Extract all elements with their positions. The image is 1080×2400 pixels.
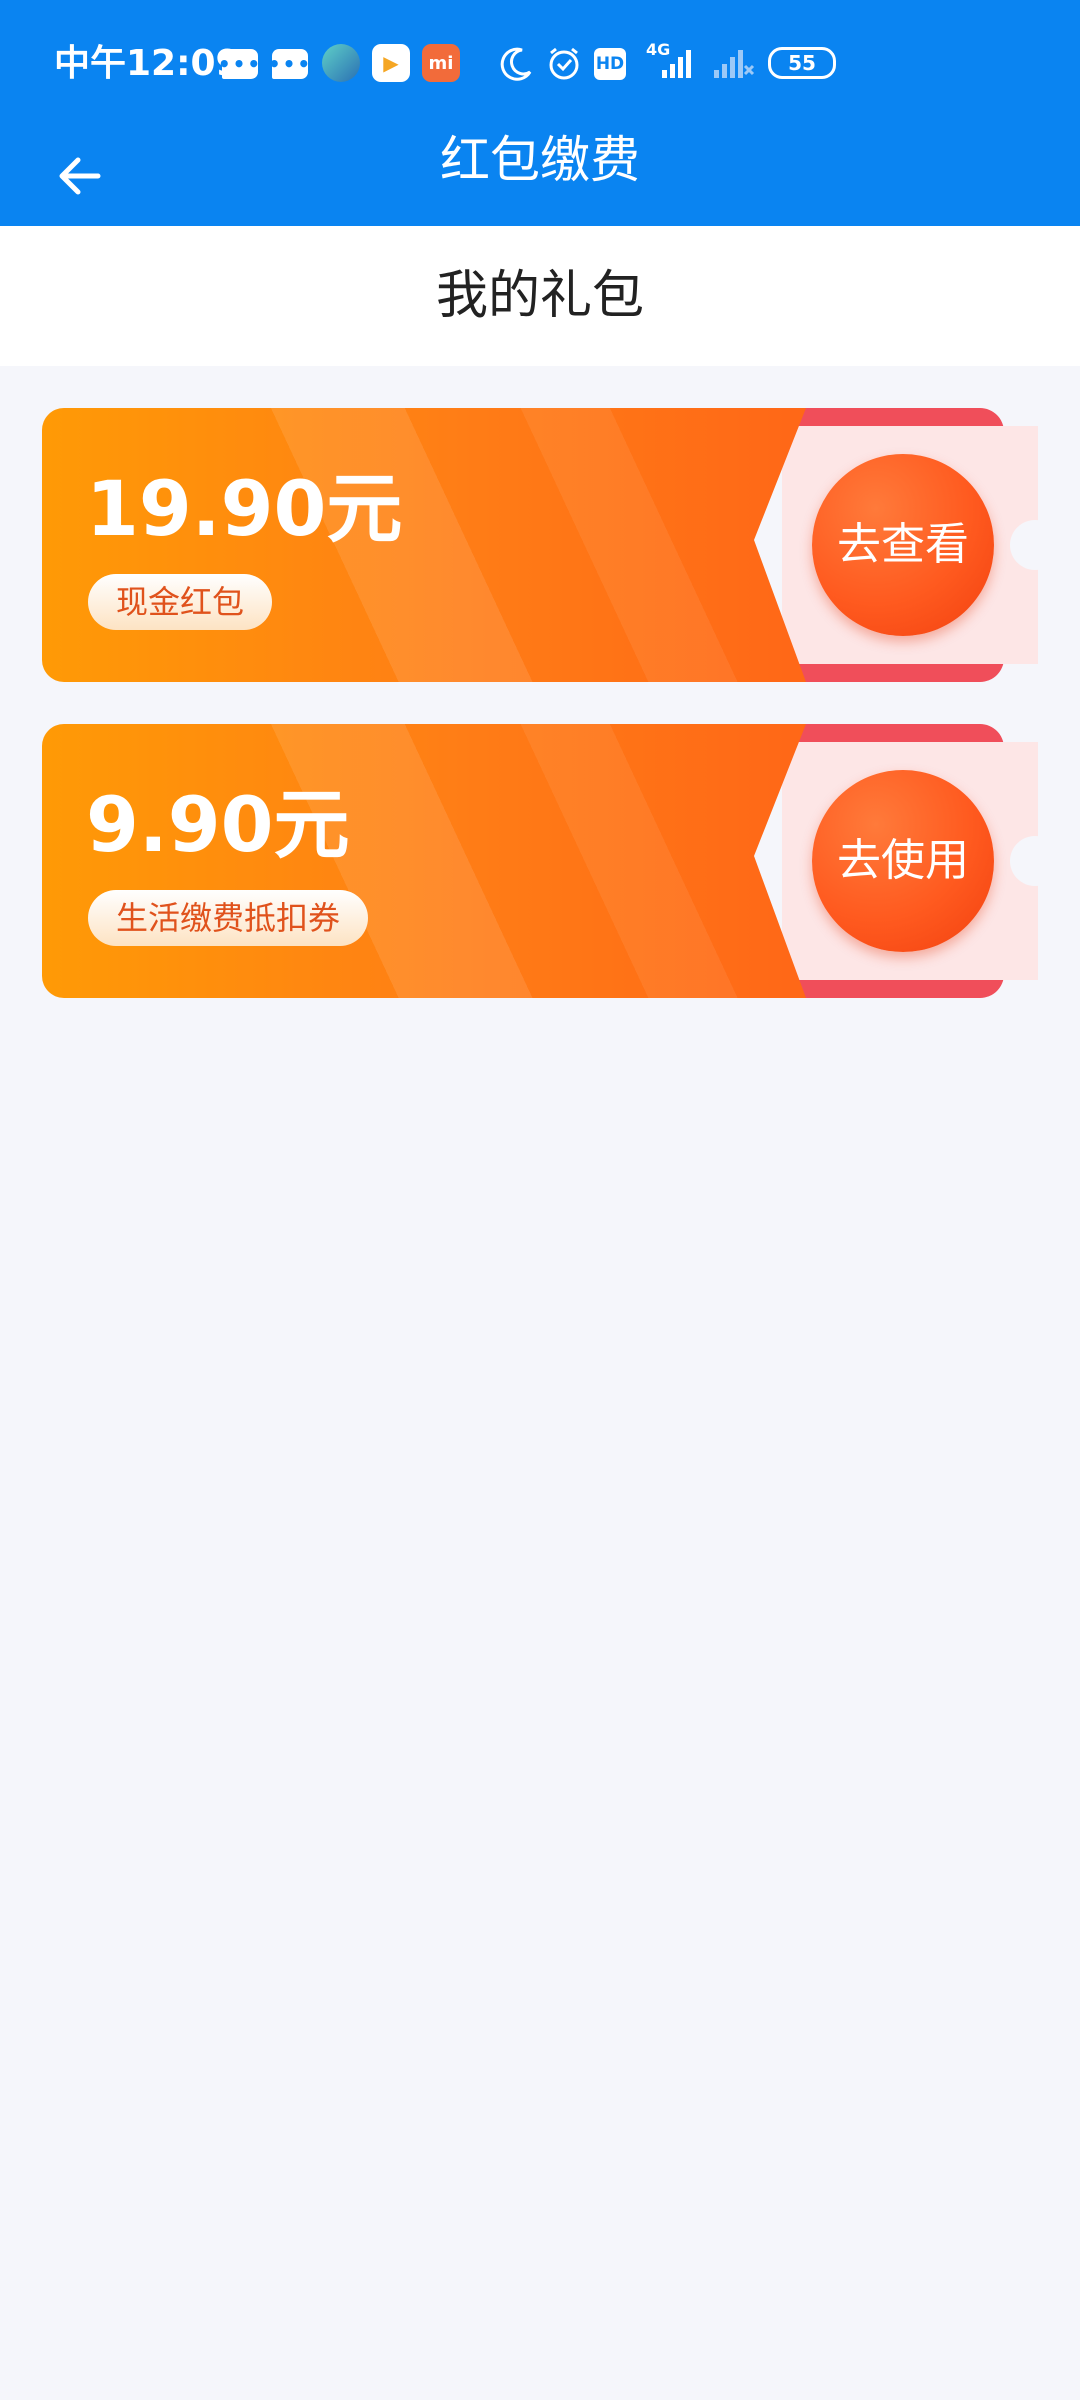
battery-icon: 55 [768, 47, 836, 79]
signal-no-service-icon [714, 50, 755, 78]
section-header: 我的礼包 [0, 226, 1080, 366]
coupon-amount: 19.90元 [86, 464, 403, 553]
coupon-amount: 9.90元 [86, 780, 350, 869]
coupon-notch [1010, 836, 1060, 886]
status-bar: 中午12:09 ••• ••• ▶ mi HD 4G 55 [0, 0, 1080, 128]
back-button[interactable] [40, 136, 120, 216]
status-time: 中午12:09 [54, 43, 241, 84]
video-app-icon: ▶ [372, 44, 410, 82]
section-title: 我的礼包 [435, 266, 644, 326]
chat-icon: ••• [268, 49, 310, 79]
arrow-left-icon [59, 157, 101, 195]
mi-icon: mi [422, 44, 460, 82]
use-button[interactable]: 去使用 [812, 770, 994, 952]
chat-icon: ••• [218, 49, 260, 79]
coupon-tag: 现金红包 [88, 574, 273, 630]
coupon-card[interactable]: 19.90元 现金红包 去查看 [42, 408, 1060, 682]
moon-icon [500, 47, 532, 81]
page-title: 红包缴费 [440, 131, 640, 189]
avatar-app-icon [322, 44, 360, 82]
hd-icon: HD [594, 48, 626, 80]
coupon-tag: 生活缴费抵扣券 [88, 890, 369, 946]
nav-bar: 红包缴费 [0, 128, 1080, 226]
alarm-icon [549, 47, 579, 80]
signal-icon [662, 50, 691, 78]
coupon-card[interactable]: 9.90元 生活缴费抵扣券 去使用 [42, 724, 1060, 998]
view-button[interactable]: 去查看 [812, 454, 994, 636]
coupon-notch [1010, 520, 1060, 570]
